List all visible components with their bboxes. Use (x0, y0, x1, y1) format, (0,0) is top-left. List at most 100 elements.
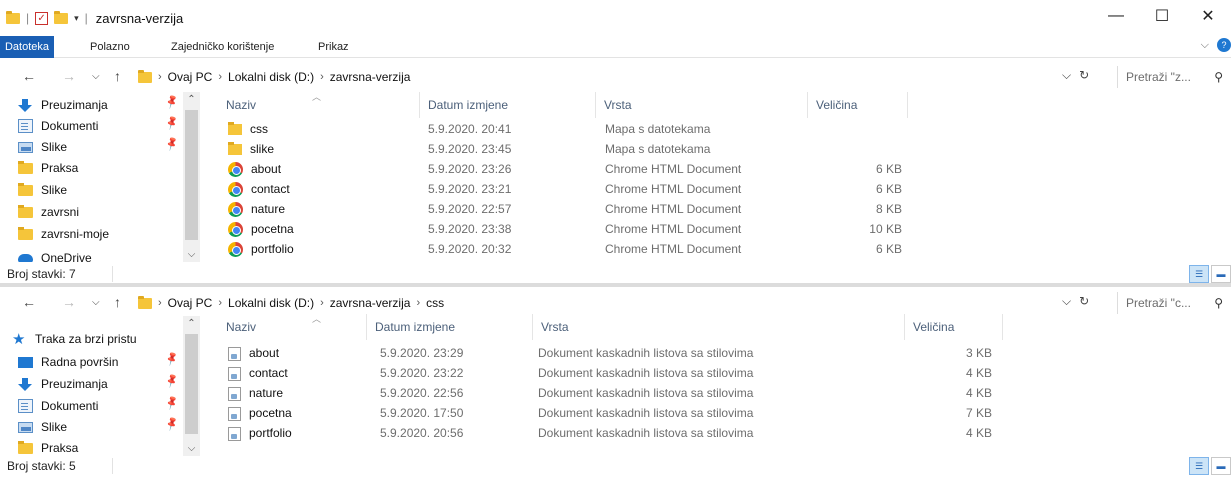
nav-item-zavrsni[interactable]: zavrsni (18, 202, 79, 222)
forward-arrow-icon[interactable]: → (62, 294, 76, 310)
details-view-icon[interactable]: ☰ (1189, 457, 1209, 475)
recent-locations-icon[interactable]: ⌵ (92, 71, 100, 82)
tab-polazno[interactable]: Polazno (90, 36, 130, 58)
breadcrumb-item[interactable]: Lokalni disk (D:) (228, 296, 314, 310)
nav-scrollbar[interactable]: ⌃ ⌵ (183, 316, 200, 456)
tab-datoteka[interactable]: Datoteka (0, 36, 54, 58)
nav-item-slike[interactable]: Slike (18, 417, 67, 437)
file-row[interactable]: pocetna 5.9.2020. 23:38 Chrome HTML Docume… (220, 220, 920, 239)
scroll-up-icon[interactable]: ⌃ (183, 318, 200, 329)
nav-item-slike-folder[interactable]: Slike (18, 180, 67, 200)
file-row[interactable]: portfolio 5.9.2020. 20:32 Chrome HTML Docu… (220, 240, 920, 259)
scroll-down-icon[interactable]: ⌵ (183, 443, 200, 454)
nav-item-preuzimanja[interactable]: Preuzimanja (18, 95, 108, 115)
folder-icon (138, 295, 152, 309)
minimize-button[interactable]: — (1093, 0, 1139, 32)
expand-ribbon-icon[interactable]: ⌵ (1201, 39, 1209, 52)
refresh-icon[interactable]: ↻ (1079, 294, 1089, 309)
file-row[interactable]: nature 5.9.2020. 22:56 Dokument kaskadnih … (220, 384, 1010, 403)
column-header-size[interactable]: Veličina (810, 92, 908, 118)
refresh-icon[interactable]: ↻ (1079, 68, 1089, 83)
file-name-cell[interactable]: portfolio (228, 240, 294, 259)
file-row[interactable]: about 5.9.2020. 23:29 Dokument kaskadnih l… (220, 344, 1010, 363)
file-name-cell[interactable]: about (228, 160, 281, 179)
file-name-cell[interactable]: nature (228, 384, 283, 403)
address-dropdown-icon[interactable]: ⌵ (1062, 68, 1071, 83)
file-name-cell[interactable]: pocetna (228, 220, 294, 239)
search-input[interactable]: Pretraži "c... ⚲ (1117, 292, 1227, 314)
file-date: 5.9.2020. 17:50 (380, 406, 464, 420)
nav-item-dokumenti[interactable]: Dokumenti (18, 116, 98, 136)
nav-item-zavrsni-moje[interactable]: zavrsni-moje (18, 224, 109, 244)
file-row[interactable]: contact 5.9.2020. 23:22 Dokument kaskadnih… (220, 364, 1010, 383)
file-row[interactable]: pocetna 5.9.2020. 17:50 Dokument kaskadnih… (220, 404, 1010, 423)
column-header-name[interactable]: Naziv ︿ (220, 314, 367, 340)
forward-arrow-icon[interactable]: → (62, 68, 76, 84)
scroll-up-icon[interactable]: ⌃ (183, 94, 200, 105)
close-button[interactable]: ✕ (1185, 0, 1231, 32)
help-icon[interactable]: ? (1217, 38, 1231, 52)
pin-icon: 📌 (164, 94, 181, 111)
column-header-size[interactable]: Veličina (907, 314, 1003, 340)
css-file-icon (228, 346, 241, 361)
scroll-thumb[interactable] (185, 110, 198, 240)
file-row[interactable]: contact 5.9.2020. 23:21 Chrome HTML Docume… (220, 180, 920, 199)
file-name-cell[interactable]: portfolio (228, 424, 292, 443)
file-row[interactable]: nature 5.9.2020. 22:57 Chrome HTML Documen… (220, 200, 920, 219)
back-arrow-icon[interactable]: ← (22, 294, 36, 310)
file-name-cell[interactable]: pocetna (228, 404, 292, 423)
nav-item-praksa[interactable]: Praksa (18, 438, 78, 456)
column-header-type[interactable]: Vrsta (598, 92, 808, 118)
nav-item-quick-access[interactable]: ★ Traka za brzi pristu (12, 329, 137, 349)
breadcrumb-item[interactable]: css (426, 296, 444, 310)
up-arrow-icon[interactable]: ↑ (114, 68, 121, 84)
tab-zajednicko-koristenje[interactable]: Zajedničko korištenje (171, 36, 274, 58)
breadcrumb-item[interactable]: Ovaj PC (168, 296, 213, 310)
file-row[interactable]: portfolio 5.9.2020. 20:56 Dokument kaskadn… (220, 424, 1010, 443)
nav-item-praksa[interactable]: Praksa (18, 158, 78, 178)
file-name-cell[interactable]: about (228, 344, 279, 363)
window-controls: — ☐ ✕ (1093, 0, 1231, 32)
address-bar[interactable]: › Ovaj PC › Lokalni disk (D:) › zavrsna-… (134, 66, 1060, 88)
file-name-cell[interactable]: contact (228, 180, 290, 199)
file-name-cell[interactable]: slike (228, 140, 274, 159)
breadcrumb-item[interactable]: Ovaj PC (168, 70, 213, 84)
file-name: slike (250, 142, 275, 156)
scroll-down-icon[interactable]: ⌵ (183, 249, 200, 260)
address-bar[interactable]: › Ovaj PC › Lokalni disk (D:) › zavrsna-… (134, 292, 1060, 314)
address-dropdown-icon[interactable]: ⌵ (1062, 294, 1071, 309)
nav-scrollbar[interactable]: ⌃ ⌵ (183, 92, 200, 262)
maximize-button[interactable]: ☐ (1139, 0, 1185, 32)
new-folder-icon[interactable] (54, 10, 69, 24)
file-row[interactable]: slike 5.9.2020. 23:45 Mapa s datotekama (220, 140, 920, 159)
file-row[interactable]: css 5.9.2020. 20:41 Mapa s datotekama (220, 120, 920, 139)
column-header-date[interactable]: Datum izmjene (369, 314, 533, 340)
file-name-cell[interactable]: css (228, 120, 268, 139)
large-icons-view-icon[interactable]: ▬ (1211, 457, 1231, 475)
nav-item-onedrive[interactable]: OneDrive (18, 248, 92, 262)
column-header-type[interactable]: Vrsta (535, 314, 905, 340)
recent-locations-icon[interactable]: ⌵ (92, 297, 100, 308)
search-input[interactable]: Pretraži "z... ⚲ (1117, 66, 1227, 88)
tab-prikaz[interactable]: Prikaz (318, 36, 349, 58)
breadcrumb-item[interactable]: zavrsna-verzija (330, 296, 411, 310)
properties-icon[interactable]: ✓ (35, 11, 49, 25)
breadcrumb-item[interactable]: Lokalni disk (D:) (228, 70, 314, 84)
file-type: Dokument kaskadnih listova sa stilovima (538, 426, 754, 440)
file-name-cell[interactable]: contact (228, 364, 288, 383)
breadcrumb-item[interactable]: zavrsna-verzija (330, 70, 411, 84)
large-icons-view-icon[interactable]: ▬ (1211, 265, 1231, 283)
column-header-date[interactable]: Datum izmjene (422, 92, 596, 118)
nav-item-slike[interactable]: Slike (18, 137, 67, 157)
nav-item-radna-povrsina[interactable]: Radna površin (18, 352, 118, 372)
customize-toolbar-icon[interactable]: ▾ (74, 13, 79, 24)
up-arrow-icon[interactable]: ↑ (114, 294, 121, 310)
back-arrow-icon[interactable]: ← (22, 68, 36, 84)
file-name-cell[interactable]: nature (228, 200, 285, 219)
file-row[interactable]: about 5.9.2020. 23:26 Chrome HTML Document… (220, 160, 920, 179)
nav-item-dokumenti[interactable]: Dokumenti (18, 396, 98, 416)
details-view-icon[interactable]: ☰ (1189, 265, 1209, 283)
scroll-thumb[interactable] (185, 334, 198, 434)
nav-item-preuzimanja[interactable]: Preuzimanja (18, 374, 108, 394)
column-header-name[interactable]: Naziv ︿ (220, 92, 420, 118)
